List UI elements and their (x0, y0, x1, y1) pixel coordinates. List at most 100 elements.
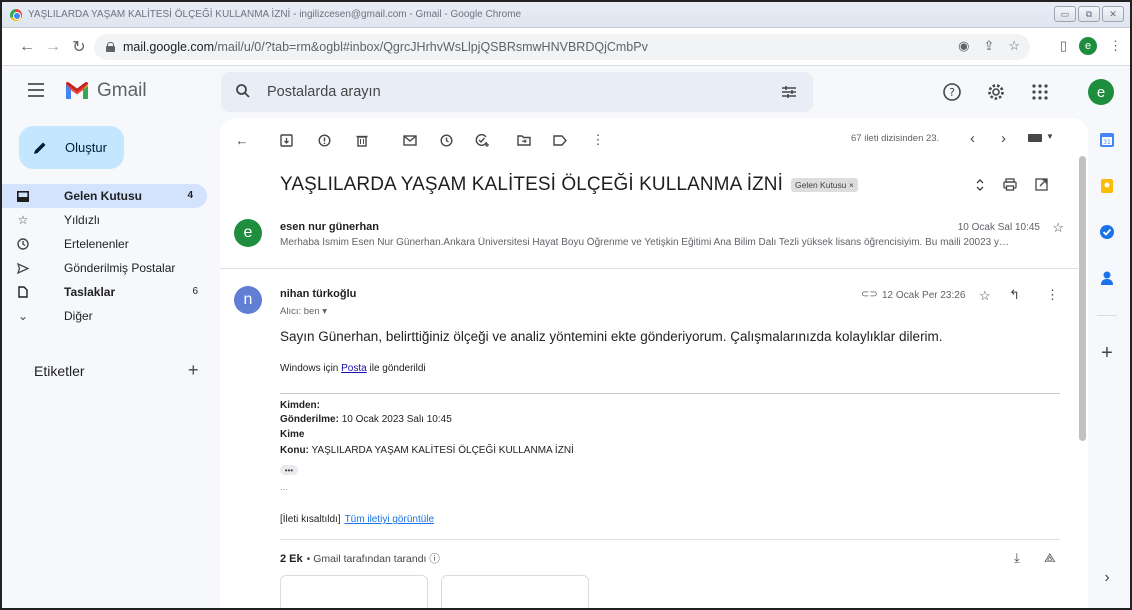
side-panel: 31 + › (1084, 118, 1130, 608)
browser-menu-icon[interactable]: ⋮ (1109, 38, 1122, 54)
browser-actions: ▯ e ⋮ (1060, 37, 1122, 55)
add-task-icon[interactable] (474, 132, 490, 148)
sent-from-line: Windows için Posta ile gönderildi (280, 363, 426, 374)
tasks-icon[interactable] (1097, 222, 1117, 242)
sidebar-item-label: Yıldızlı (64, 213, 101, 227)
add-label-icon[interactable]: + (188, 360, 199, 381)
save-to-drive-icon[interactable]: ⟁ (1044, 550, 1056, 566)
mark-unread-icon[interactable] (402, 132, 418, 148)
star-toggle-icon[interactable]: ☆ (979, 288, 991, 304)
more-options-icon[interactable]: ⋮ (590, 132, 606, 148)
keep-notes-icon[interactable] (1097, 176, 1117, 196)
back-to-inbox-icon[interactable]: ← (234, 132, 250, 148)
app-name: Gmail (97, 80, 147, 101)
sender-avatar: n (234, 286, 262, 314)
send-icon (16, 261, 30, 275)
message-divider (220, 268, 1088, 269)
label-tag-icon[interactable] (552, 132, 568, 148)
compose-button[interactable]: Oluştur (19, 126, 124, 169)
pagination-text: 67 ileti dizisinden 23. (851, 133, 940, 144)
open-in-new-window-icon[interactable] (1035, 178, 1048, 195)
input-tools-keyboard-icon[interactable] (1028, 134, 1042, 142)
view-entire-message-link[interactable]: Tüm iletiyi görüntüle (345, 514, 434, 525)
help-icon[interactable]: ? (942, 82, 962, 102)
window-title: YAŞLILARDA YAŞAM KALİTESİ ÖLÇEĞİ KULLANM… (28, 9, 522, 20)
sidebar-item-starred[interactable]: ☆ Yıldızlı (2, 208, 212, 232)
archive-icon[interactable] (278, 132, 294, 148)
mail-app-link[interactable]: Posta (341, 363, 367, 374)
star-toggle-icon[interactable]: ☆ (1052, 220, 1064, 236)
quote-from: Kimden: (280, 400, 320, 411)
sender-name: esen nur günerhan (280, 221, 380, 233)
contacts-icon[interactable] (1097, 268, 1117, 288)
maximize-button[interactable]: ⧉ (1078, 6, 1100, 22)
attachment-card[interactable] (441, 575, 589, 608)
reply-arrow-icon[interactable]: ↰ (1009, 287, 1020, 303)
settings-gear-icon[interactable] (986, 82, 1006, 102)
message-body: Sayın Günerhan, belirttiğiniz ölçeği ve … (280, 329, 943, 344)
sidebar-item-sent[interactable]: Gönderilmiş Postalar (2, 256, 212, 280)
bookmark-star-icon[interactable]: ☆ (1008, 38, 1020, 54)
expand-all-icon[interactable] (975, 178, 985, 195)
apps-grid-icon[interactable] (1030, 82, 1050, 102)
minimize-button[interactable]: ▭ (1054, 6, 1076, 22)
move-to-folder-icon[interactable] (516, 132, 532, 148)
message-toolbar: ← ⋮ 67 ileti dizisinden 23. ‹ › ▼ (220, 118, 1088, 162)
thread-subject-row: YAŞLILARDA YAŞAM KALİTESİ ÖLÇEĞİ KULLANM… (280, 174, 858, 196)
sidebar-item-label: Gönderilmiş Postalar (64, 261, 176, 275)
newer-chevron-icon[interactable]: ‹ (970, 130, 975, 147)
lock-icon (106, 42, 115, 52)
search-input[interactable] (267, 72, 747, 112)
attachment-card[interactable] (280, 575, 428, 608)
forward-arrow-icon[interactable]: → (42, 36, 64, 58)
back-arrow-icon[interactable]: ← (16, 36, 38, 58)
delete-trash-icon[interactable] (354, 132, 370, 148)
attachment-clip-icon: ⊂⊃ (861, 289, 878, 300)
browser-window: YAŞLILARDA YAŞAM KALİTESİ ÖLÇEĞİ KULLANM… (0, 0, 1132, 610)
account-avatar[interactable]: e (1088, 79, 1114, 105)
header-icons: ? (942, 82, 1050, 102)
share-icon[interactable]: ⇪ (983, 38, 994, 54)
sidebar-item-label: Ertelenenler (64, 237, 129, 251)
print-icon[interactable] (1003, 178, 1017, 195)
clock-icon (16, 237, 30, 251)
older-chevron-icon[interactable]: › (1001, 130, 1006, 147)
snooze-clock-icon[interactable] (438, 132, 454, 148)
recipient-details[interactable]: Alıcı: ben ▾ (280, 306, 327, 317)
eye-icon[interactable]: ◉ (958, 38, 969, 54)
sidebar-item-more[interactable]: ⌄ Diğer (2, 304, 212, 328)
calendar-icon[interactable]: 31 (1097, 130, 1117, 150)
search-icon[interactable] (235, 83, 251, 99)
window-title-bar: YAŞLILARDA YAŞAM KALİTESİ ÖLÇEĞİ KULLANM… (2, 2, 1130, 28)
expand-panel-chevron-icon[interactable]: › (1097, 568, 1117, 588)
attachment-count: 2 Ek (280, 552, 303, 565)
message-date: 12 Ocak Per 23:26 (882, 290, 966, 301)
report-spam-icon[interactable] (316, 132, 332, 148)
chevron-down-icon: ⌄ (17, 309, 29, 323)
window-controls: ▭ ⧉ ✕ (1054, 6, 1124, 22)
labels-heading: Etiketler (34, 363, 85, 379)
add-addon-plus-icon[interactable]: + (1097, 342, 1117, 364)
close-window-button[interactable]: ✕ (1102, 6, 1124, 22)
dropdown-caret-icon[interactable]: ▼ (1046, 132, 1054, 141)
main-menu-icon[interactable] (28, 83, 44, 97)
search-bar[interactable] (221, 72, 813, 112)
show-trimmed-content-button[interactable]: ••• (280, 465, 298, 475)
message-more-icon[interactable]: ⋮ (1046, 287, 1059, 303)
unread-count: 4 (187, 190, 193, 201)
gmail-logo-icon (66, 82, 88, 99)
side-panel-icon[interactable]: ▯ (1060, 38, 1067, 54)
reload-icon[interactable]: ↻ (68, 36, 90, 58)
download-all-icon[interactable]: ⤓ (1014, 550, 1020, 566)
message-collapsed[interactable]: e esen nur günerhan 10 Ocak Sal 10:45 ☆ … (220, 215, 1088, 270)
search-options-icon[interactable] (781, 84, 797, 100)
trimmed-ellipsis: ... (280, 482, 288, 492)
pencil-icon (34, 142, 46, 154)
sidebar-item-snoozed[interactable]: Ertelenenler (2, 232, 212, 256)
attachment-divider (280, 539, 1060, 540)
sidebar-item-drafts[interactable]: Taslaklar 6 (2, 280, 212, 304)
inbox-label-chip[interactable]: Gelen Kutusu × (791, 178, 858, 192)
address-bar[interactable]: mail.google.com/mail/u/0/?tab=rm&ogbl#in… (94, 34, 1030, 60)
profile-avatar[interactable]: e (1079, 37, 1097, 55)
sidebar-item-inbox[interactable]: Gelen Kutusu 4 (2, 184, 207, 208)
